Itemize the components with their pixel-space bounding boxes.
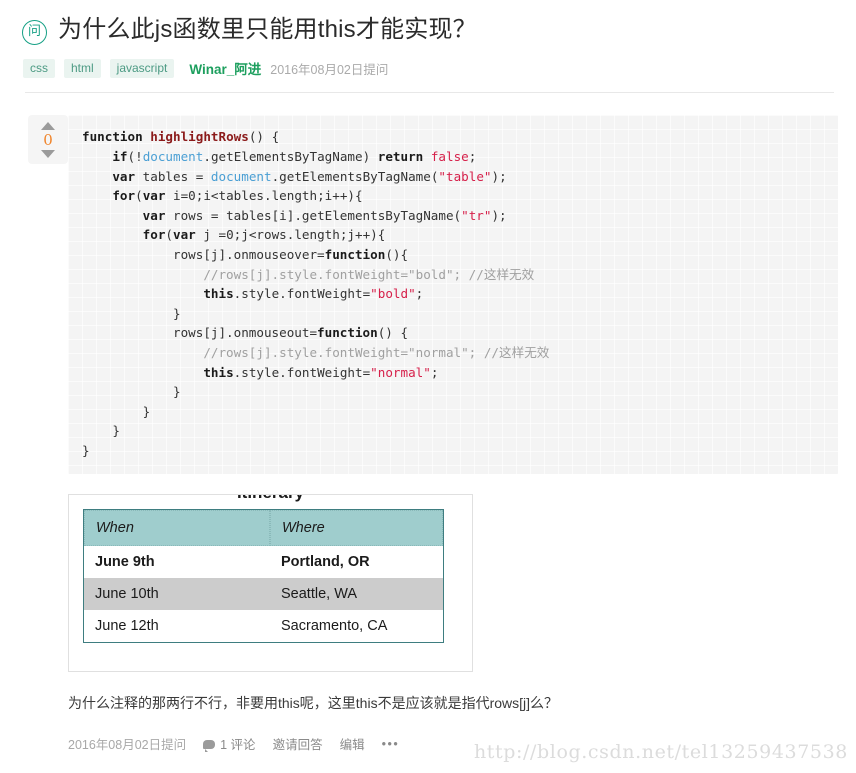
- demo-table-caption: Itinerary: [83, 495, 458, 507]
- code-block: function highlightRows() { if(!document.…: [68, 115, 838, 474]
- table-row: June 10th Seattle, WA: [84, 578, 443, 611]
- author-link[interactable]: Winar_阿进: [189, 58, 261, 78]
- vote-column: 0: [0, 115, 68, 753]
- page-title: 为什么此js函数里只能用this才能实现？: [58, 16, 477, 43]
- table-row: June 9th Portland, OR: [84, 546, 443, 578]
- triangle-down-icon[interactable]: [41, 150, 55, 159]
- table-header-when: When: [84, 510, 270, 547]
- invite-answer-link[interactable]: 邀请回答: [273, 734, 323, 753]
- title-row: 问 为什么此js函数里只能用this才能实现？: [22, 14, 836, 46]
- cell-when: June 10th: [84, 578, 270, 611]
- tag-css[interactable]: css: [23, 58, 55, 78]
- table-header-row: When Where: [84, 510, 443, 547]
- tag-html[interactable]: html: [64, 58, 101, 78]
- ask-badge-icon: 问: [22, 20, 47, 45]
- vote-widget: 0: [28, 115, 68, 165]
- itinerary-table: When Where June 9th Portland, OR June 10…: [83, 509, 444, 644]
- triangle-up-icon[interactable]: [41, 122, 55, 131]
- question-text: 为什么注释的那两行不行，非要用this呢，这里this不是应该就是指代rows[…: [68, 695, 559, 712]
- vote-count: 0: [43, 131, 53, 150]
- cell-where: Seattle, WA: [270, 578, 443, 611]
- content-column: function highlightRows() { if(!document.…: [68, 115, 856, 753]
- question-body: 0 function highlightRows() { if(!documen…: [0, 93, 856, 753]
- cell-when: June 12th: [95, 618, 159, 635]
- table-head: When Where: [84, 510, 443, 547]
- footer-date: 2016年08月02日提问: [68, 738, 187, 753]
- code-content: function highlightRows() { if(!document.…: [82, 129, 550, 458]
- question-header: 问 为什么此js函数里只能用this才能实现？ css html javascr…: [0, 0, 856, 78]
- edit-link[interactable]: 编辑: [340, 734, 365, 753]
- table-row: June 12th Sacramento, CA: [84, 610, 443, 642]
- comment-label: 1 评论: [220, 738, 256, 753]
- ask-date: 2016年08月02日提问: [270, 62, 389, 77]
- demo-table-inner: Itinerary When Where June 9th Portland, …: [83, 495, 458, 644]
- tag-javascript[interactable]: javascript: [109, 58, 175, 78]
- cell-where: Portland, OR: [281, 554, 370, 571]
- more-actions-icon[interactable]: •••: [382, 737, 400, 751]
- question-meta: css html javascript Winar_阿进 2016年08月02日…: [22, 58, 836, 78]
- table-body: June 9th Portland, OR June 10th Seattle,…: [84, 546, 443, 642]
- demo-table-container: Itinerary When Where June 9th Portland, …: [68, 494, 473, 673]
- table-header-where: Where: [270, 510, 443, 547]
- watermark: http://blog.csdn.net/tel13259437538: [473, 741, 848, 763]
- comment-bubble-icon: [203, 740, 216, 753]
- cell-when: June 9th: [95, 554, 155, 571]
- cell-where: Sacramento, CA: [281, 618, 388, 635]
- comment-link[interactable]: 1 评论: [203, 734, 256, 753]
